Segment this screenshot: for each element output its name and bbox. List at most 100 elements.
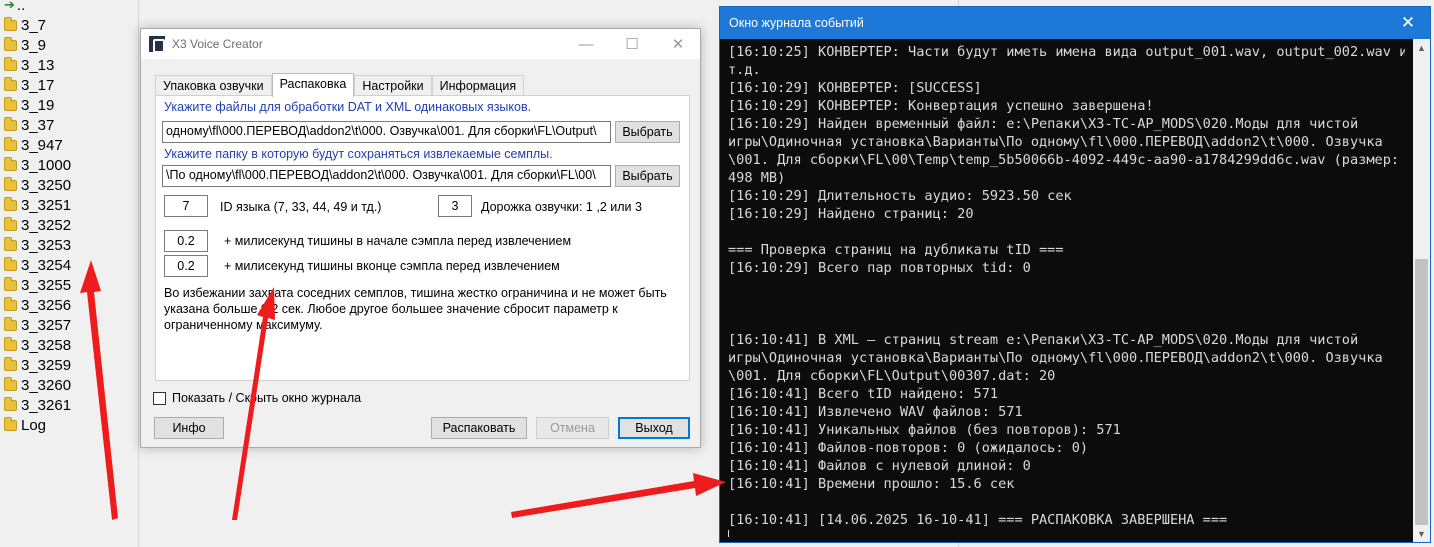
log-line: [16:10:29] Найдено страниц: 20 bbox=[728, 206, 974, 222]
folder-item[interactable]: 3_3260 bbox=[4, 375, 71, 395]
folder-item[interactable]: 3_3258 bbox=[4, 335, 71, 355]
log-line: [16:10:41] Уникальных файлов (без повтор… bbox=[728, 422, 1121, 438]
log-line: === Проверка страниц на дубликаты tID ==… bbox=[728, 242, 1064, 258]
folder-icon bbox=[4, 316, 17, 331]
folder-icon bbox=[4, 136, 17, 151]
maximize-button[interactable]: ☐ bbox=[609, 29, 655, 59]
tab-voice-packing[interactable]: Упаковка озвучки bbox=[155, 75, 272, 96]
files-hint: Укажите файлы для обработки DAT и XML од… bbox=[164, 100, 532, 114]
scroll-down-icon[interactable]: ▼ bbox=[1413, 525, 1430, 542]
show-log-checkbox[interactable] bbox=[153, 392, 166, 405]
folder-item[interactable]: 3_17 bbox=[4, 75, 54, 95]
folder-icon bbox=[4, 156, 17, 171]
folder-item[interactable]: 3_3250 bbox=[4, 175, 71, 195]
folder-item[interactable]: 3_13 bbox=[4, 55, 54, 75]
folder-item[interactable]: 3_3256 bbox=[4, 295, 71, 315]
folder-item[interactable]: 3_3254 bbox=[4, 255, 71, 275]
log-line: [16:10:41] Файлов с нулевой длиной: 0 bbox=[728, 458, 1031, 474]
folder-icon bbox=[4, 116, 17, 131]
log-close-button[interactable]: ✕ bbox=[1386, 7, 1430, 39]
scroll-up-icon[interactable]: ▲ bbox=[1413, 39, 1430, 56]
folder-label: 3_3255 bbox=[21, 276, 72, 294]
voice-track-input[interactable]: 3 bbox=[438, 195, 472, 217]
log-scrollbar[interactable]: ▲ ▼ bbox=[1413, 39, 1430, 542]
log-line: [16:10:29] КОНВЕРТЕР: [SUCCESS] bbox=[728, 80, 982, 96]
close-button[interactable]: ✕ bbox=[655, 29, 701, 59]
folder-item[interactable]: 3_3261 bbox=[4, 395, 71, 415]
folder-label: 3_13 bbox=[21, 56, 55, 74]
arrow-to-log-complete bbox=[511, 473, 726, 518]
folder-item[interactable]: 3_19 bbox=[4, 95, 54, 115]
folder-item[interactable]: 3_1000 bbox=[4, 155, 71, 175]
minimize-button[interactable]: — bbox=[563, 29, 609, 59]
silence-start-label: + милисекунд тишины в начале сэмпла пере… bbox=[224, 234, 572, 248]
browse-files-button[interactable]: Выбрать bbox=[615, 121, 680, 143]
folder-up-item[interactable]: ➔ .. bbox=[4, 0, 25, 15]
log-line: [16:10:41] В XML — страниц stream e:\Реп… bbox=[728, 332, 1359, 348]
folder-hint: Укажите папку в которую будут сохранятьс… bbox=[164, 147, 553, 161]
log-scroll-thumb[interactable] bbox=[1415, 259, 1428, 525]
log-line: [16:10:41] Извлечено WAV файлов: 571 bbox=[728, 404, 1023, 420]
folder-label: 3_3251 bbox=[21, 196, 72, 214]
folder-item[interactable]: 3_3259 bbox=[4, 355, 71, 375]
folder-label: 3_17 bbox=[21, 76, 55, 94]
folder-item[interactable]: 3_3253 bbox=[4, 235, 71, 255]
tab-information[interactable]: Информация bbox=[431, 75, 525, 96]
folder-item[interactable]: 3_3251 bbox=[4, 195, 71, 215]
folder-item[interactable]: Log bbox=[4, 415, 46, 435]
folder-item[interactable]: 3_3252 bbox=[4, 215, 71, 235]
folder-icon bbox=[4, 236, 17, 251]
folder-item[interactable]: 3_3255 bbox=[4, 275, 71, 295]
folder-item[interactable]: 3_3257 bbox=[4, 315, 71, 335]
browse-folder-button[interactable]: Выбрать bbox=[615, 165, 680, 187]
panel-divider bbox=[138, 0, 139, 547]
folder-icon bbox=[4, 256, 17, 271]
log-line: \001. Для сборки\FL\Output\00307.dat: 20 bbox=[728, 368, 1056, 384]
log-text-area[interactable]: [16:10:25] КОНВЕРТЕР: Части будут иметь … bbox=[728, 43, 1405, 537]
folder-label: 3_3252 bbox=[21, 216, 72, 234]
voice-track-label: Дорожка озвучки: 1 ,2 или 3 bbox=[481, 200, 642, 214]
folder-icon bbox=[4, 416, 17, 431]
folder-item[interactable]: 3_9 bbox=[4, 35, 46, 55]
folder-icon bbox=[4, 276, 17, 291]
exit-button[interactable]: Выход bbox=[618, 417, 690, 439]
log-window-title: Окно журнала событий bbox=[729, 16, 864, 30]
silence-end-label: + милисекунд тишины вконце сэмпла перед … bbox=[224, 259, 560, 273]
up-arrow-icon: ➔ bbox=[4, 0, 15, 12]
silence-limit-note: Во избежании захвата соседних семплов, т… bbox=[164, 286, 667, 332]
log-line: [16:10:29] Всего пар повторных tid: 0 bbox=[728, 260, 1031, 276]
log-line: [16:10:41] Времени прошло: 15.6 сек bbox=[728, 476, 1015, 492]
log-line: [16:10:41] Всего tID найдено: 571 bbox=[728, 386, 999, 402]
folder-icon bbox=[4, 36, 17, 51]
folder-icon bbox=[4, 296, 17, 311]
log-line: [16:10:41] Файлов-повторов: 0 (ожидалось… bbox=[728, 440, 1089, 456]
folder-icon bbox=[4, 196, 17, 211]
files-path-input[interactable]: одному\fl\000.ПЕРЕВОД\addon2\t\000. Озву… bbox=[162, 121, 611, 143]
folder-item[interactable]: 3_947 bbox=[4, 135, 63, 155]
silence-end-input[interactable]: 0.2 bbox=[164, 255, 208, 277]
folder-label: 3_3256 bbox=[21, 296, 72, 314]
output-folder-input[interactable]: \По одному\fl\000.ПЕРЕВОД\addon2\t\000. … bbox=[162, 165, 611, 187]
folder-icon bbox=[4, 96, 17, 111]
tab-settings[interactable]: Настройки bbox=[354, 75, 432, 96]
show-log-label[interactable]: Показать / Скрыть окно журнала bbox=[172, 391, 361, 405]
folder-item[interactable]: 3_7 bbox=[4, 15, 46, 35]
window-title: X3 Voice Creator bbox=[172, 37, 263, 51]
language-id-input[interactable]: 7 bbox=[164, 195, 208, 217]
tab-unpacking[interactable]: Распаковка bbox=[271, 73, 355, 97]
folder-icon bbox=[4, 336, 17, 351]
log-line: [16:10:29] Найден временный файл: e:\Реп… bbox=[728, 116, 1359, 132]
folder-label: 3_9 bbox=[21, 36, 47, 54]
unpack-button[interactable]: Распаковать bbox=[431, 417, 527, 439]
silence-start-input[interactable]: 0.2 bbox=[164, 230, 208, 252]
folder-item[interactable]: 3_37 bbox=[4, 115, 54, 135]
info-button[interactable]: Инфо bbox=[154, 417, 224, 439]
folder-label: 3_3250 bbox=[21, 176, 72, 194]
log-titlebar[interactable]: Окно журнала событий ✕ bbox=[720, 7, 1430, 39]
log-line: [16:10:25] КОНВЕРТЕР: Части будут иметь … bbox=[728, 44, 1405, 60]
unpack-tab-panel: Укажите файлы для обработки DAT и XML од… bbox=[155, 95, 690, 381]
main-titlebar[interactable]: X3 Voice Creator — ☐ ✕ bbox=[141, 29, 700, 59]
folder-label: 3_37 bbox=[21, 116, 55, 134]
log-line: [16:10:41] [14.06.2025 16-10-41] === РАС… bbox=[728, 512, 1228, 528]
